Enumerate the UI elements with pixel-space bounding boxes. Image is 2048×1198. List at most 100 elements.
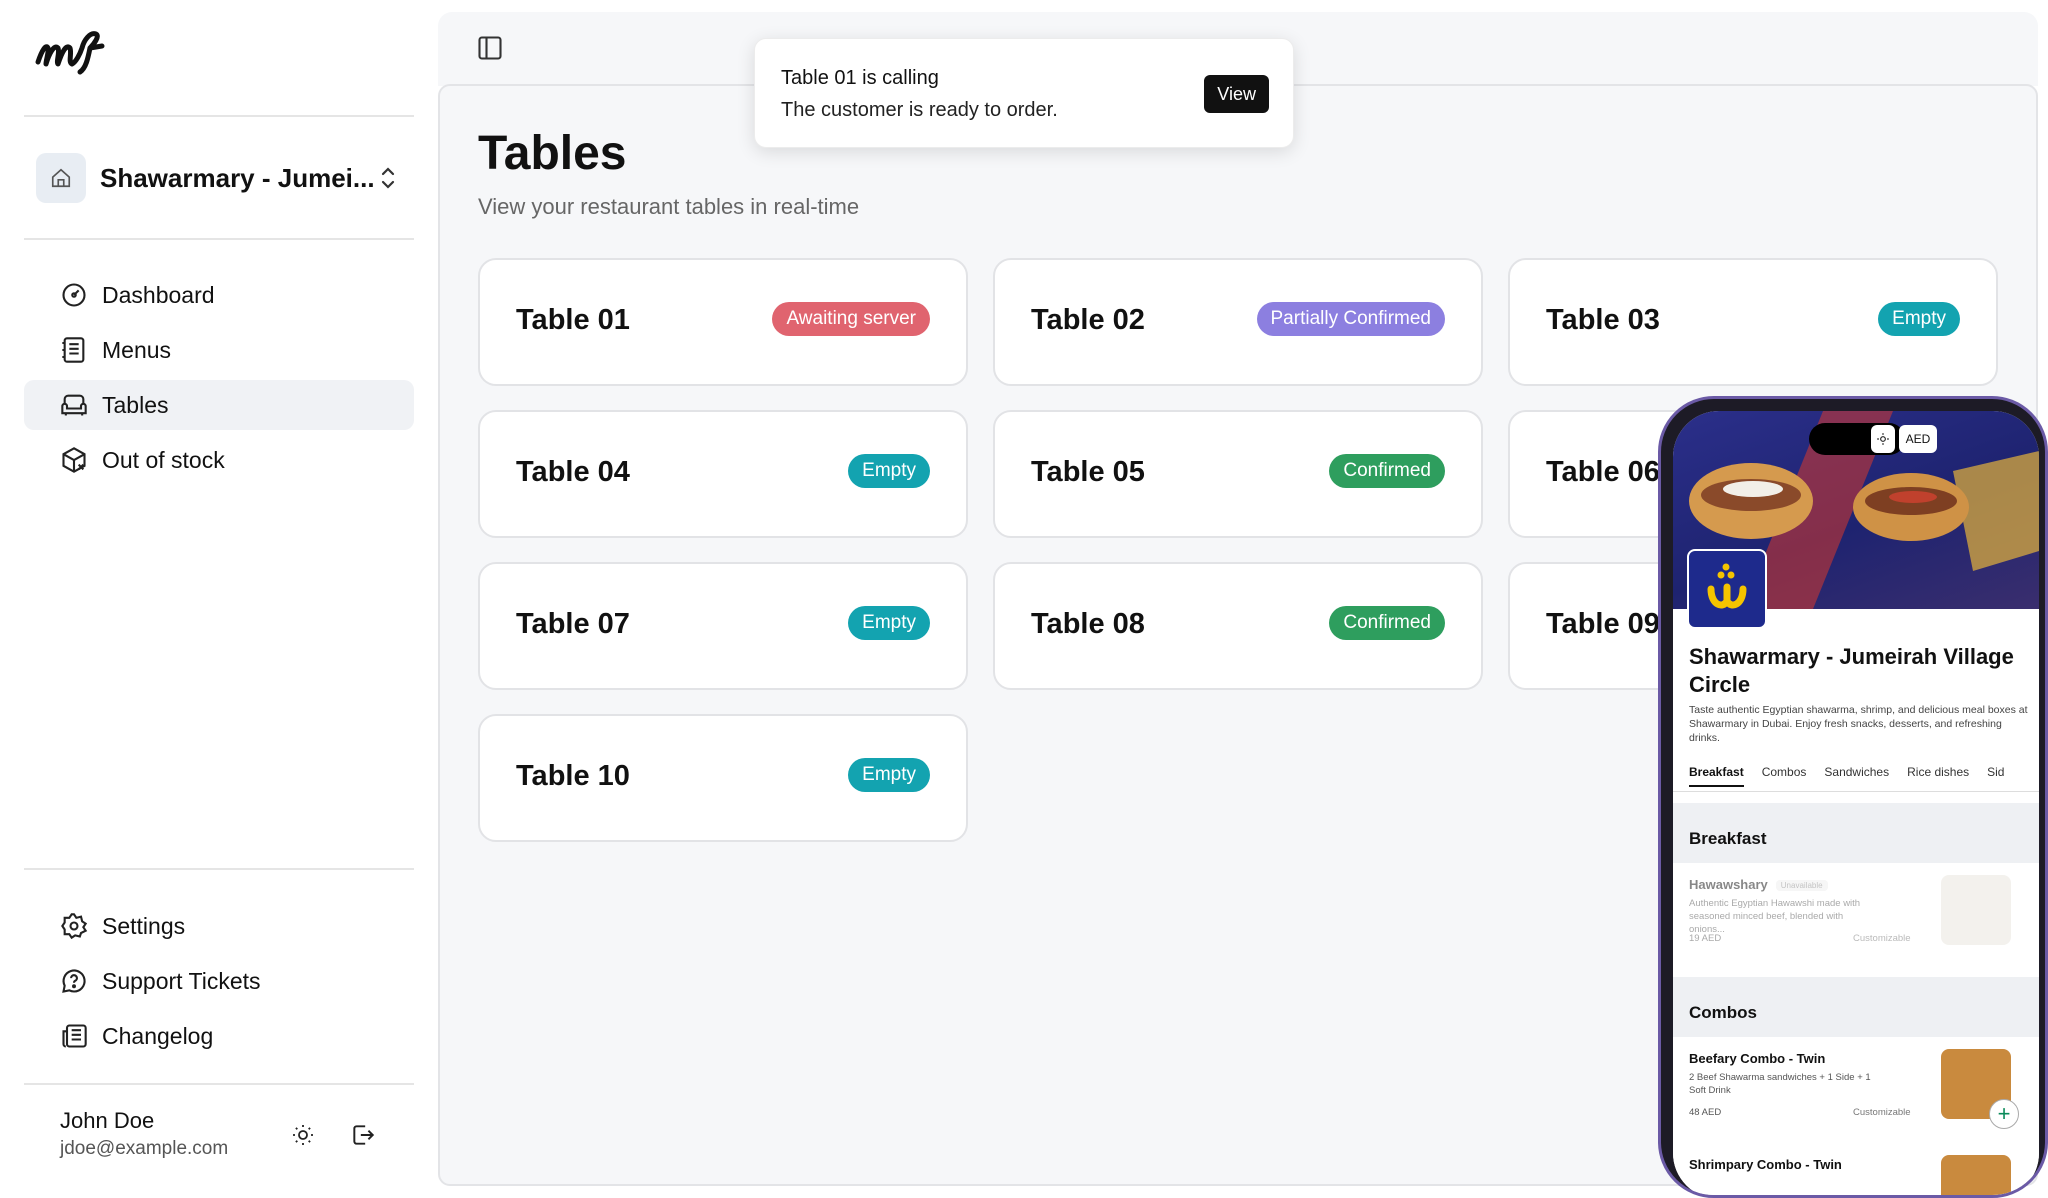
phone-theme-button[interactable]: [1871, 425, 1895, 453]
dashboard-icon: [62, 283, 86, 307]
restaurant-switcher[interactable]: Shawarmary - Jumei...: [24, 148, 414, 208]
page-subtitle: View your restaurant tables in real-time: [478, 194, 860, 219]
secondary-nav: Settings Support Tickets Changelog: [24, 901, 414, 1066]
item-thumbnail: [1941, 875, 2011, 945]
table-name: Table 03: [1546, 304, 1660, 336]
menu-section-header: Breakfast: [1673, 803, 2039, 863]
status-badge: Empty: [1878, 302, 1960, 336]
tab-divider: [1673, 791, 2039, 792]
table-card[interactable]: Table 07 Empty: [478, 562, 968, 690]
sidebar-toggle-icon[interactable]: [476, 34, 504, 62]
user-name: John Doe: [60, 1108, 155, 1133]
newspaper-icon: [62, 1024, 87, 1048]
table-name: Table 09: [1546, 608, 1660, 640]
sidebar-item-tables[interactable]: Tables: [24, 380, 414, 430]
phone-screen: AED Shawarmary - Jumeirah Village Circle…: [1673, 411, 2039, 1195]
status-badge: Awaiting server: [772, 302, 930, 336]
table-name: Table 04: [516, 456, 630, 488]
sidebar-divider: [24, 868, 414, 870]
menu-section-header: Combos: [1673, 977, 2039, 1037]
logout-icon: [353, 1125, 375, 1145]
home-icon: [36, 153, 86, 203]
item-thumbnail: [1941, 1155, 2011, 1195]
help-circle-icon: [62, 969, 86, 993]
sidebar-item-support-tickets[interactable]: Support Tickets: [24, 956, 414, 1006]
brand-logo: [1687, 549, 1767, 629]
shawarmary-logo: [1707, 563, 1747, 609]
view-button[interactable]: View: [1204, 75, 1269, 113]
package-x-icon: [62, 447, 86, 473]
table-name: Table 06: [1546, 456, 1660, 488]
table-name: Table 08: [1031, 608, 1145, 640]
page-title: Tables: [478, 127, 627, 180]
tab-breakfast[interactable]: Breakfast: [1689, 765, 1744, 787]
toast-message: The customer is ready to order.: [781, 99, 1058, 121]
sidebar-item-label: Support Tickets: [102, 967, 261, 994]
section-title: Breakfast: [1689, 829, 1767, 848]
mf-logo[interactable]: [34, 22, 114, 78]
main-nav: Dashboard Menus Tables Out of stock: [24, 270, 414, 490]
item-description: 2 Beef Shawarma sandwiches + 1 Side + 1 …: [1689, 1072, 1871, 1096]
item-name: Hawawshary Unavailable: [1689, 877, 1828, 892]
status-badge: Partially Confirmed: [1256, 302, 1445, 336]
user-info: John Doe jdoe@example.com: [60, 1108, 228, 1160]
table-name: Table 07: [516, 608, 630, 640]
unavailable-tag: Unavailable: [1775, 880, 1828, 892]
gear-icon: [61, 913, 88, 940]
table-card[interactable]: Table 01 Awaiting server: [478, 258, 968, 386]
sidebar: Shawarmary - Jumei... Dashboard Menus Ta…: [0, 0, 438, 1198]
section-title: Combos: [1689, 1003, 1757, 1022]
currency-button[interactable]: AED: [1899, 425, 1937, 453]
sidebar-item-label: Dashboard: [102, 281, 215, 308]
item-customizable: Customizable: [1853, 1107, 1911, 1118]
menu-item[interactable]: Shrimpary Combo - Twin: [1673, 1143, 2039, 1195]
restaurant-description: Taste authentic Egyptian shawarma, shrim…: [1689, 704, 2028, 744]
tab-rice-dishes[interactable]: Rice dishes: [1907, 765, 1969, 787]
table-name: Table 10: [516, 760, 630, 792]
item-name: Beefary Combo - Twin: [1689, 1051, 1826, 1066]
sidebar-item-label: Out of stock: [102, 446, 225, 473]
phone-preview: AED Shawarmary - Jumeirah Village Circle…: [1658, 396, 2048, 1198]
notification-toast: Table 01 is calling The customer is read…: [754, 38, 1294, 148]
toast-title: Table 01 is calling: [781, 67, 939, 89]
menu-item[interactable]: Hawawshary Unavailable Authentic Egyptian…: [1673, 863, 2039, 959]
tab-sandwiches[interactable]: Sandwiches: [1824, 765, 1889, 787]
item-description: Authentic Egyptian Hawawshi made with se…: [1689, 898, 1861, 935]
user-actions: [286, 1118, 380, 1152]
theme-toggle-button[interactable]: [286, 1118, 320, 1152]
table-card[interactable]: Table 10 Empty: [478, 714, 968, 842]
app-window: Shawarmary - Jumei... Dashboard Menus Ta…: [0, 0, 2048, 1198]
sofa-icon: [61, 394, 87, 416]
category-tabs: Breakfast Combos Sandwiches Rice dishes …: [1689, 765, 2004, 787]
chevrons-up-down-icon: [381, 167, 395, 189]
item-price: 19 AED: [1689, 933, 1722, 944]
table-name: Table 01: [516, 304, 630, 336]
status-badge: Confirmed: [1329, 606, 1445, 640]
tab-combos[interactable]: Combos: [1762, 765, 1807, 787]
table-card[interactable]: Table 05 Confirmed: [993, 410, 1483, 538]
table-card[interactable]: Table 08 Confirmed: [993, 562, 1483, 690]
tab-sides[interactable]: Sid: [1987, 765, 2004, 787]
table-card[interactable]: Table 02 Partially Confirmed: [993, 258, 1483, 386]
sidebar-item-out-of-stock[interactable]: Out of stock: [24, 435, 414, 485]
user-email: jdoe@example.com: [60, 1138, 229, 1159]
table-card[interactable]: Table 03 Empty: [1508, 258, 1998, 386]
add-item-button[interactable]: +: [1989, 1099, 2019, 1129]
sidebar-item-label: Settings: [102, 912, 186, 939]
status-badge: Empty: [848, 606, 930, 640]
sidebar-item-changelog[interactable]: Changelog: [24, 1011, 414, 1061]
sun-icon: [1877, 433, 1889, 445]
table-card[interactable]: Table 04 Empty: [478, 410, 968, 538]
sidebar-divider: [24, 115, 414, 117]
restaurant-name: Shawarmary - Jumei...: [100, 162, 375, 193]
table-name: Table 02: [1031, 304, 1145, 336]
sidebar-item-menus[interactable]: Menus: [24, 325, 414, 375]
sidebar-item-label: Menus: [102, 336, 172, 363]
logout-button[interactable]: [346, 1118, 380, 1152]
menu-item[interactable]: Beefary Combo - Twin 2 Beef Shawarma san…: [1673, 1037, 2039, 1133]
sidebar-item-dashboard[interactable]: Dashboard: [24, 270, 414, 320]
sidebar-item-settings[interactable]: Settings: [24, 901, 414, 951]
status-badge: Confirmed: [1329, 454, 1445, 488]
table-name: Table 05: [1031, 456, 1145, 488]
item-name: Shrimpary Combo - Twin: [1689, 1157, 1842, 1172]
